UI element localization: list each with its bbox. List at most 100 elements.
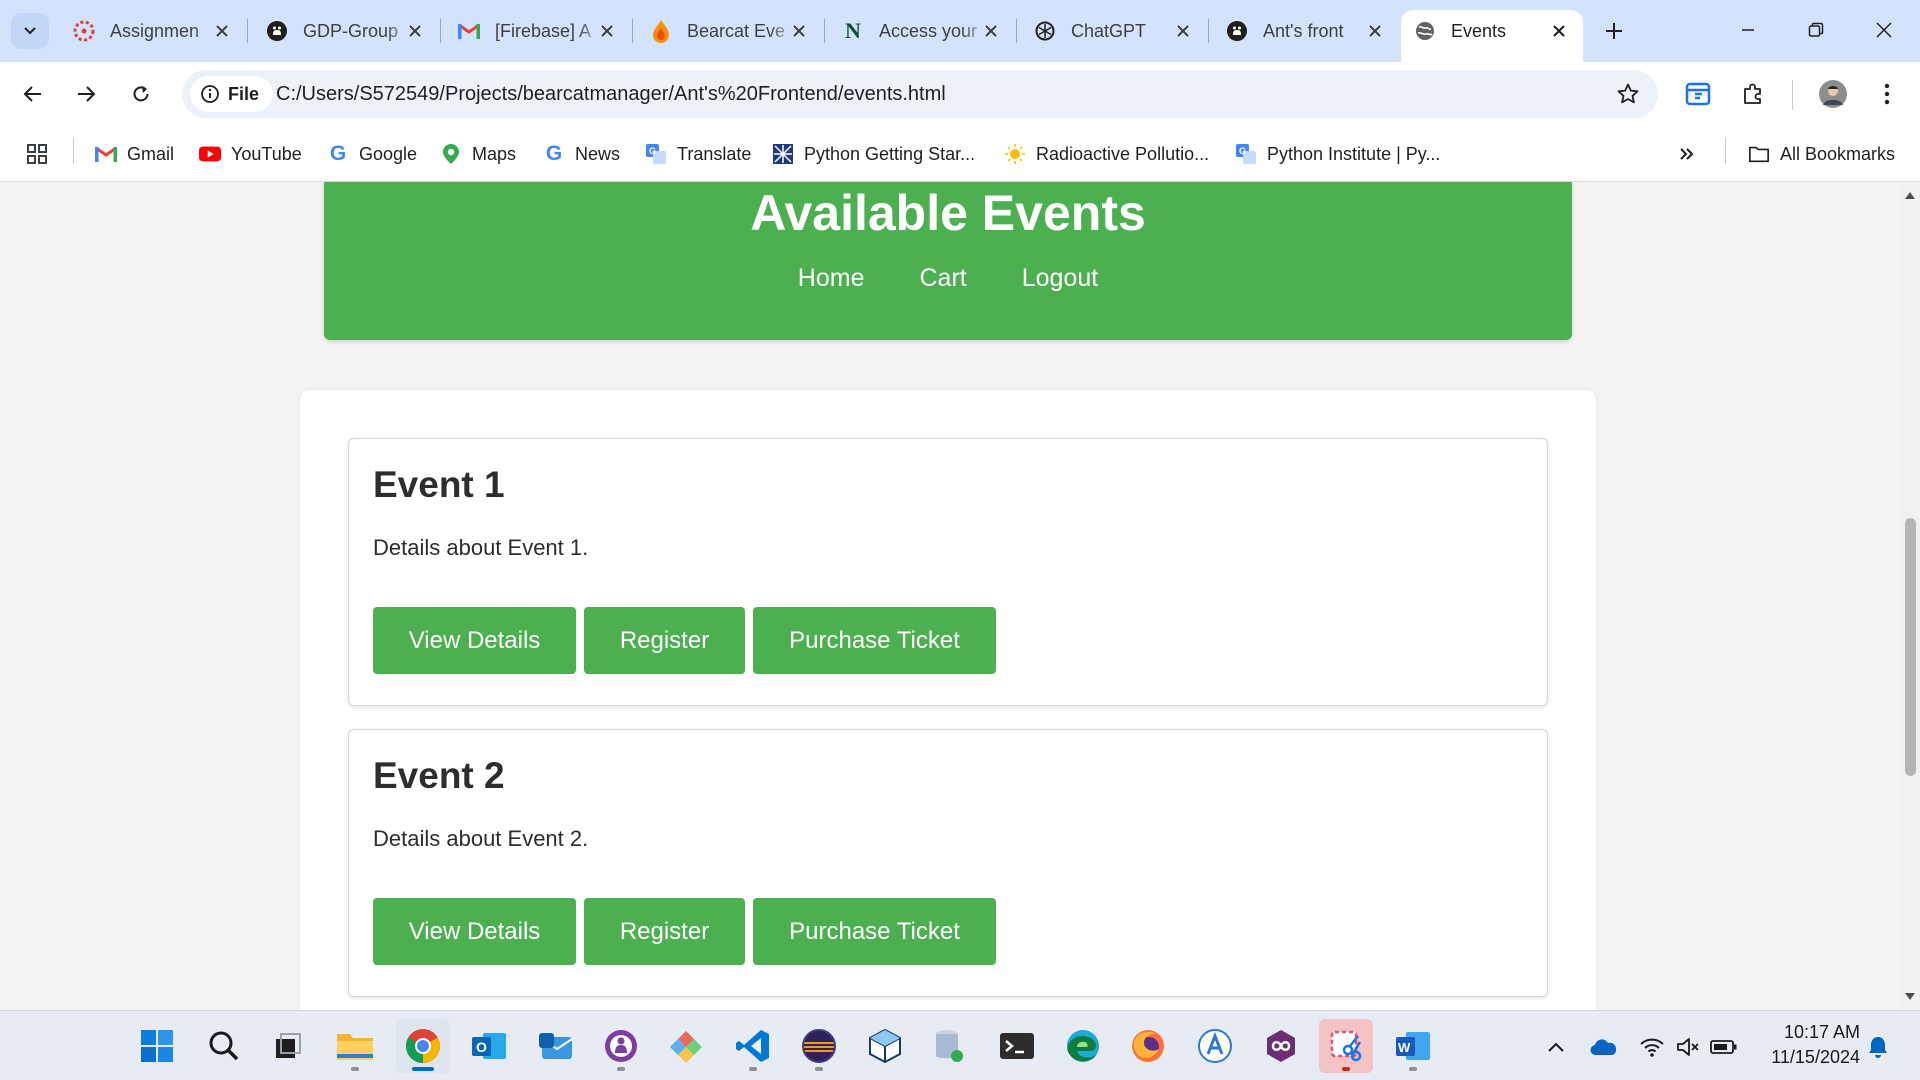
bookmark-translate[interactable]: G Translate [645,138,751,170]
eclipse-button[interactable] [792,1019,846,1073]
notification-bell-icon[interactable] [1864,1033,1892,1061]
new-tab-button[interactable] [1597,14,1631,48]
virtualbox-button[interactable] [858,1019,912,1073]
bookmark-star-icon[interactable] [1616,82,1640,111]
outlook-new-button[interactable] [529,1019,583,1073]
tab-search-button[interactable] [11,13,49,49]
svg-text:W: W [1398,1040,1411,1055]
profile-avatar[interactable] [1815,76,1851,112]
main-nav: Home Cart Logout [324,264,1572,293]
page-scrollbar[interactable] [1900,182,1920,1010]
bookmark-python-institute[interactable]: G Python Institute | Py... [1235,138,1440,170]
close-icon[interactable] [981,21,1001,41]
event-details: Details about Event 2. [373,826,589,851]
forward-button[interactable] [68,76,104,112]
close-icon[interactable] [212,21,232,41]
tab-assignments[interactable]: Assignmen [60,10,246,52]
view-details-button[interactable]: View Details [373,898,576,965]
bookmark-google[interactable]: G Google [327,138,417,170]
purchase-ticket-button[interactable]: Purchase Ticket [753,607,996,674]
word-button[interactable]: W [1386,1019,1440,1073]
site-info-chip[interactable]: File [190,76,274,112]
task-view-icon [276,1033,301,1058]
maps-icon [440,143,462,165]
tab-strip: Assignmen GDP-Group [Firebase] A Bearcat… [0,0,1920,62]
search-taskbar-button[interactable] [197,1019,251,1073]
show-hidden-icons-button[interactable] [1542,1033,1570,1061]
bookmark-maps[interactable]: Maps [440,138,516,170]
snipping-tool-button[interactable] [1319,1019,1373,1073]
browser-menu-button[interactable] [1869,76,1905,112]
tab-events[interactable]: Events [1401,10,1583,62]
scroll-up-arrow-icon[interactable] [1905,190,1915,200]
edge-button[interactable] [1056,1019,1110,1073]
extensions-button[interactable] [1735,76,1771,112]
mail-app-icon [539,1033,573,1059]
terminal-button[interactable] [990,1019,1044,1073]
address-bar[interactable]: File C:/Users/S572549/Projects/bearcatma… [182,70,1658,118]
close-icon[interactable] [1549,21,1569,41]
bookmark-label: YouTube [231,143,302,164]
register-button[interactable]: Register [584,898,745,965]
system-clock[interactable]: 10:17 AM 11/15/2024 [1754,1020,1860,1070]
reload-button[interactable] [123,76,159,112]
all-bookmarks-button[interactable]: All Bookmarks [1748,138,1895,170]
pieces-app-button[interactable] [659,1019,713,1073]
database-tool-button[interactable] [922,1019,976,1073]
nav-logout-link[interactable]: Logout [1022,264,1098,293]
app-store-button[interactable] [1188,1019,1242,1073]
task-view-button[interactable] [261,1019,315,1073]
nav-home-link[interactable]: Home [798,264,865,293]
bookmark-youtube[interactable]: YouTube [199,138,302,170]
bookmark-radioactive-pollution[interactable]: Radioactive Pollutio... [1004,138,1209,170]
chrome-button[interactable] [396,1019,450,1073]
event-card: Event 1 Details about Event 1. View Deta… [348,438,1548,706]
running-indicator [1409,1067,1417,1071]
apps-button[interactable] [26,138,48,170]
word-icon: W [1396,1032,1430,1060]
file-explorer-button[interactable] [328,1019,382,1073]
tab-title: GDP-Group [303,20,399,41]
tab-access-your[interactable]: N Access your [829,10,1015,52]
close-icon[interactable] [1173,21,1193,41]
more-bookmarks-button[interactable] [1678,138,1696,170]
restore-button[interactable] [1793,10,1839,50]
bookmark-python-getting-started[interactable]: Python Getting Star... [772,138,975,170]
firefox-button[interactable] [1121,1019,1175,1073]
onedrive-tray-icon[interactable] [1590,1033,1618,1061]
wifi-icon[interactable] [1638,1033,1666,1061]
google-news-icon: G [545,142,563,165]
bookmark-label: Maps [472,143,517,164]
url-text[interactable]: C:/Users/S572549/Projects/bearcatmanager… [276,83,946,106]
volume-muted-icon[interactable] [1674,1033,1702,1061]
close-icon[interactable] [789,21,809,41]
bookmark-gmail[interactable]: Gmail [95,138,174,170]
start-button[interactable] [130,1019,184,1073]
tab-manager-icon [1685,82,1711,106]
tab-chatgpt[interactable]: ChatGPT [1021,10,1207,52]
close-icon[interactable] [405,21,425,41]
outlook-button[interactable]: O [462,1019,516,1073]
register-button[interactable]: Register [584,607,745,674]
copilot-app-button[interactable] [1254,1019,1308,1073]
minimize-button[interactable] [1725,10,1771,50]
view-details-button[interactable]: View Details [373,607,576,674]
scroll-thumb[interactable] [1905,518,1916,776]
tab-ants-frontend[interactable]: Ant's front [1213,10,1399,52]
svg-text:O: O [476,1039,487,1055]
scroll-down-arrow-icon[interactable] [1905,992,1915,1002]
close-icon[interactable] [597,21,617,41]
close-window-button[interactable] [1861,10,1907,50]
nav-cart-link[interactable]: Cart [919,264,966,293]
tab-gdp-group[interactable]: GDP-Group [253,10,439,52]
github-desktop-button[interactable] [594,1019,648,1073]
purchase-ticket-button[interactable]: Purchase Ticket [753,898,996,965]
vscode-button[interactable] [726,1019,780,1073]
bookmark-news[interactable]: G News [543,138,620,170]
tab-bearcat-events[interactable]: Bearcat Eve [637,10,823,52]
close-icon[interactable] [1365,21,1385,41]
tab-firebase-mail[interactable]: [Firebase] A [445,10,631,52]
battery-icon[interactable] [1710,1033,1738,1061]
extension-sidebar-button[interactable] [1680,76,1716,112]
back-button[interactable] [15,76,51,112]
